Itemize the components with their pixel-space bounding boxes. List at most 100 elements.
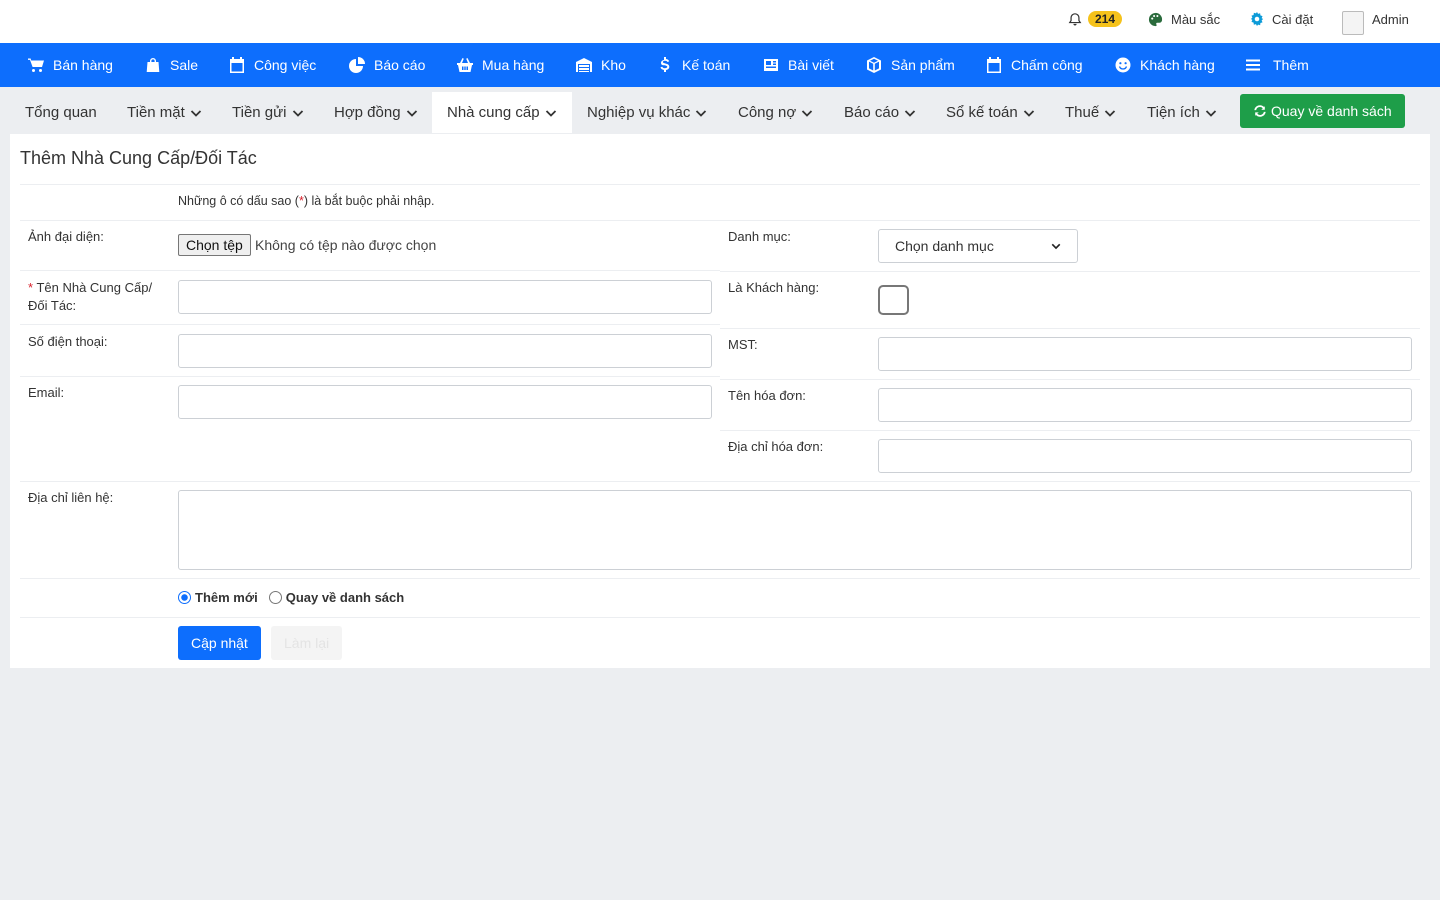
tab-cong-no[interactable]: Công nợ <box>738 92 813 133</box>
smile-icon <box>1115 57 1131 73</box>
pie-chart-icon <box>349 57 365 73</box>
tab-tien-ich[interactable]: Tiện ích <box>1147 92 1217 133</box>
divider <box>720 328 1420 329</box>
radio-back-to-list-label: Quay về danh sách <box>285 590 405 605</box>
nav-khach-hang[interactable]: Khách hàng <box>1115 43 1215 87</box>
chevron-down-icon <box>904 109 916 117</box>
user-menu[interactable]: Admin <box>1342 0 1409 38</box>
tab-hop-dong[interactable]: Hợp đồng <box>334 92 418 133</box>
radio-add-new[interactable] <box>178 591 191 604</box>
invoice-address-input[interactable] <box>878 439 1412 473</box>
nav-kho[interactable]: Kho <box>576 43 626 87</box>
phone-input[interactable] <box>178 334 712 368</box>
divider <box>20 184 1420 185</box>
tab-bao-cao[interactable]: Báo cáo <box>844 92 916 133</box>
nav-label: Kế toán <box>682 57 731 73</box>
tab-label: Hợp đồng <box>334 104 401 121</box>
note-text: ) là bắt buộc phải nhập. <box>303 194 435 208</box>
chevron-down-icon <box>190 109 201 117</box>
newspaper-icon <box>764 59 778 71</box>
nav-label: Kho <box>601 57 626 73</box>
basket-icon <box>457 58 473 72</box>
nav-san-pham[interactable]: Sản phẩm <box>866 43 955 87</box>
tab-label: Tổng quan <box>25 104 97 121</box>
radio-add-new-label: Thêm mới <box>195 590 258 605</box>
chevron-down-icon <box>406 109 417 117</box>
reset-button[interactable]: Làm lại <box>271 626 343 660</box>
color-menu[interactable]: Màu sắc <box>1148 0 1220 38</box>
divider <box>20 270 720 271</box>
category-label: Danh mục: <box>728 229 791 244</box>
tab-tong-quan[interactable]: Tổng quan <box>25 92 97 133</box>
nav-label: Công việc <box>254 57 317 73</box>
notifications[interactable]: 214 <box>1068 0 1123 38</box>
user-name: Admin <box>1372 11 1409 27</box>
email-input[interactable] <box>178 385 712 419</box>
divider <box>20 578 1420 579</box>
main-nav: Bán hàng Sale Công việc Báo cáo Mua hàng… <box>0 43 1440 87</box>
invoice-name-input[interactable] <box>878 388 1412 422</box>
nav-label: Sản phẩm <box>891 57 955 73</box>
cart-icon <box>28 58 44 72</box>
tab-label: Tiền gửi <box>232 104 287 121</box>
tab-thue[interactable]: Thuế <box>1065 92 1116 133</box>
bell-icon <box>1068 12 1082 25</box>
supplier-form-card: Thêm Nhà Cung Cấp/Đối Tác Những ô có dấu… <box>10 134 1430 668</box>
calendar-icon <box>987 57 1001 73</box>
tab-label: Báo cáo <box>844 104 900 121</box>
notification-badge: 214 <box>1088 11 1123 27</box>
label-text: Tên Nhà Cung Cấp/ <box>33 280 153 295</box>
divider <box>720 271 1420 272</box>
box-icon <box>867 57 881 73</box>
choose-file-button[interactable]: Chọn tệp <box>178 234 251 256</box>
nav-sale[interactable]: Sale <box>145 43 198 87</box>
avatar-label: Ảnh đại diện: <box>28 229 104 244</box>
warehouse-icon <box>576 58 592 72</box>
back-to-list-button[interactable]: Quay về danh sách <box>1240 94 1405 128</box>
avatar <box>1342 11 1364 35</box>
tab-label: Nghiệp vụ khác <box>587 104 691 121</box>
tab-so-ke-toan[interactable]: Sổ kế toán <box>946 92 1035 133</box>
category-select[interactable]: Chọn danh mục <box>878 229 1078 263</box>
nav-ban-hang[interactable]: Bán hàng <box>28 43 113 87</box>
nav-label: Bán hàng <box>53 57 113 73</box>
calendar-icon <box>230 57 244 73</box>
tab-nghiep-vu-khac[interactable]: Nghiệp vụ khác <box>587 92 707 133</box>
contact-address-textarea[interactable] <box>178 490 1412 570</box>
page-title: Thêm Nhà Cung Cấp/Đối Tác <box>20 148 257 168</box>
divider <box>720 430 1420 431</box>
tab-label: Nhà cung cấp <box>447 104 540 121</box>
nav-label: Sale <box>170 57 199 73</box>
contact-address-label: Địa chỉ liên hệ: <box>28 490 114 505</box>
dollar-icon <box>660 57 670 72</box>
tab-label: Công nợ <box>738 104 797 121</box>
file-status: Không có tệp nào được chọn <box>255 237 437 253</box>
after-save-options: Thêm mới Quay về danh sách <box>178 590 404 605</box>
chevron-down-icon <box>696 109 707 117</box>
nav-bao-cao[interactable]: Báo cáo <box>349 43 425 87</box>
divider <box>20 324 720 325</box>
nav-bai-viet[interactable]: Bài viết <box>763 43 834 87</box>
label-text: Đối Tác: <box>28 298 77 313</box>
nav-ke-toan[interactable]: Kế toán <box>657 43 730 87</box>
settings-menu[interactable]: Cài đặt <box>1250 0 1313 38</box>
nav-label: Báo cáo <box>374 57 426 73</box>
is-customer-label: Là Khách hàng: <box>728 280 820 295</box>
nav-cham-cong[interactable]: Chấm công <box>986 43 1083 87</box>
back-to-list-label: Quay về danh sách <box>1271 103 1392 119</box>
tax-code-input[interactable] <box>878 337 1412 371</box>
nav-label: Chấm công <box>1011 57 1083 73</box>
radio-back-to-list[interactable] <box>268 591 282 604</box>
nav-them[interactable]: Thêm <box>1245 43 1309 87</box>
tab-tien-gui[interactable]: Tiền gửi <box>232 92 304 133</box>
nav-mua-hang[interactable]: Mua hàng <box>457 43 544 87</box>
is-customer-checkbox[interactable] <box>878 285 909 315</box>
chevron-down-icon <box>545 109 556 117</box>
tab-nha-cung-cap[interactable]: Nhà cung cấp <box>432 92 572 133</box>
refresh-icon <box>1254 105 1266 117</box>
supplier-name-input[interactable] <box>178 280 712 314</box>
nav-cong-viec[interactable]: Công việc <box>229 43 316 87</box>
tab-tien-mat[interactable]: Tiền mặt <box>127 92 202 133</box>
color-label: Màu sắc <box>1171 11 1221 27</box>
update-button[interactable]: Cập nhật <box>178 626 261 660</box>
